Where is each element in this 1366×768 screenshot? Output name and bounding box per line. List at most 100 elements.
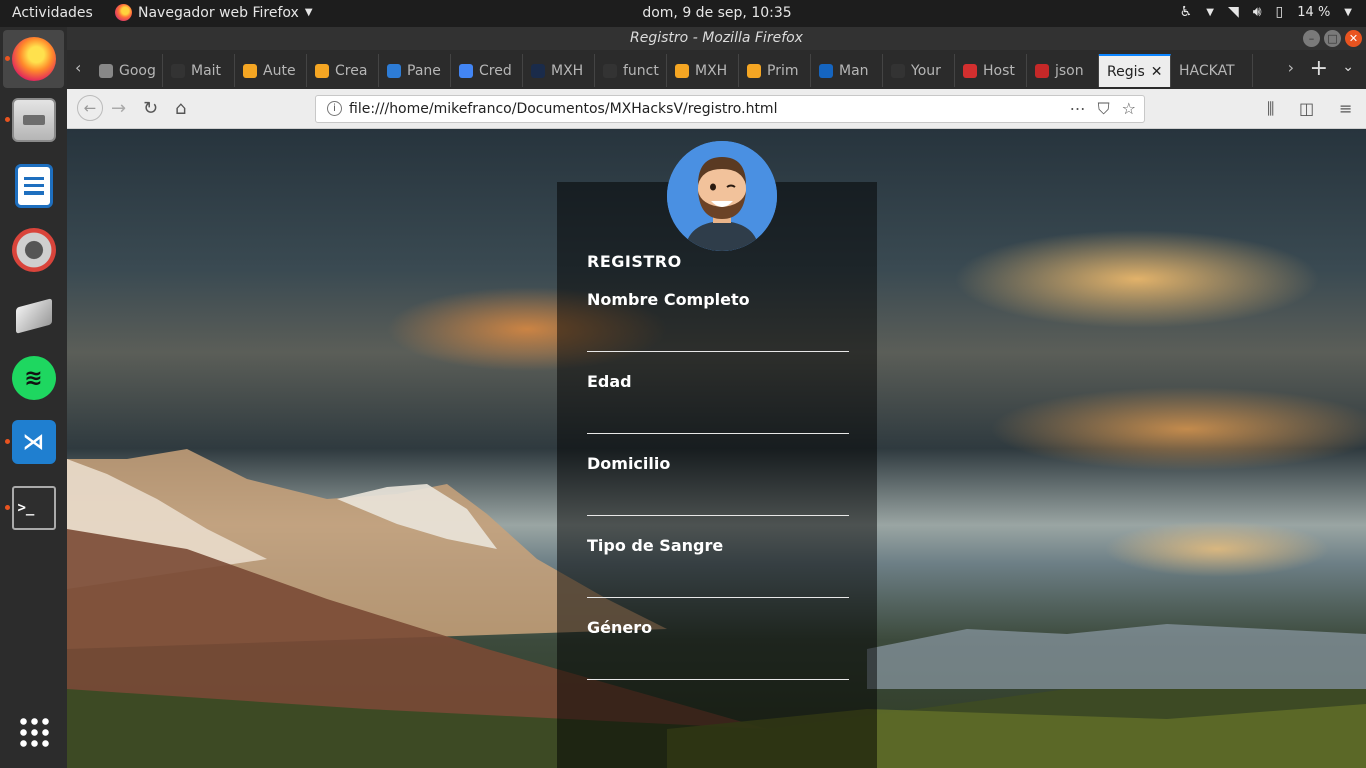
dock-firefox[interactable] bbox=[3, 30, 64, 88]
favicon-icon bbox=[243, 63, 257, 78]
dock-terminal[interactable]: >_ bbox=[3, 479, 64, 537]
accessibility-icon[interactable]: ♿ bbox=[1180, 4, 1193, 20]
hamburger-menu-icon[interactable]: ≡ bbox=[1339, 99, 1352, 118]
app-menu[interactable]: Navegador web Firefox ▼ bbox=[115, 4, 313, 21]
close-window-button[interactable]: ✕ bbox=[1345, 30, 1362, 47]
tab-14[interactable]: Regis ✕ bbox=[1099, 54, 1171, 87]
close-tab-icon[interactable]: ✕ bbox=[1151, 64, 1163, 80]
list-all-tabs-button[interactable]: ⌄ bbox=[1342, 59, 1354, 75]
tab-4[interactable]: Pane bbox=[379, 54, 451, 87]
tab-5[interactable]: Cred bbox=[451, 54, 523, 87]
favicon-icon bbox=[99, 63, 113, 78]
running-indicator bbox=[5, 117, 10, 122]
tab-3[interactable]: Crea bbox=[307, 54, 379, 87]
dock-vscode[interactable]: ⋊ bbox=[3, 413, 64, 471]
battery-icon[interactable]: ▯ bbox=[1276, 4, 1284, 20]
tab-6[interactable]: MXH bbox=[523, 54, 595, 87]
tab-bar: ‹ Goog Mait Aute Crea Pane Cred MXH funct MXH Pri… bbox=[67, 50, 1366, 89]
files-icon bbox=[11, 98, 56, 142]
tab-2[interactable]: Aute bbox=[235, 54, 307, 87]
battery-percent: 14 % bbox=[1297, 4, 1331, 20]
minimize-button[interactable]: – bbox=[1303, 30, 1320, 47]
window-titlebar[interactable]: Registro - Mozilla Firefox – □ ✕ bbox=[67, 27, 1366, 50]
volume-icon[interactable]: 🔊︎ bbox=[1253, 4, 1262, 20]
site-info-icon[interactable]: i bbox=[327, 101, 342, 116]
favicon-icon bbox=[603, 63, 617, 78]
favicon-icon bbox=[891, 63, 905, 78]
scroll-tabs-left-icon[interactable]: ‹ bbox=[75, 58, 81, 77]
show-applications-button[interactable] bbox=[3, 703, 64, 761]
tab-7[interactable]: funct bbox=[595, 54, 667, 87]
registration-form: REGISTRO Nombre Completo Edad Domicilio … bbox=[557, 182, 877, 768]
system-tray[interactable]: ♿ ▼ ◥ 🔊︎ ▯ 14 % ▼ bbox=[1180, 4, 1352, 20]
avatar-illustration bbox=[667, 141, 777, 251]
dock-spotify[interactable]: ≋ bbox=[3, 349, 64, 407]
activities-button[interactable]: Actividades bbox=[12, 5, 93, 21]
spotify-icon: ≋ bbox=[11, 356, 56, 400]
favicon-icon bbox=[459, 63, 473, 78]
tab-strip: Goog Mait Aute Crea Pane Cred MXH funct MXH Prim M… bbox=[91, 54, 1253, 87]
system-top-bar: Actividades Navegador web Firefox ▼ dom,… bbox=[0, 0, 1366, 27]
tab-label: Pane bbox=[407, 62, 441, 79]
maximize-button[interactable]: □ bbox=[1324, 30, 1341, 47]
input-tipo-de-sangre[interactable] bbox=[587, 597, 849, 598]
tab-11[interactable]: Your bbox=[883, 54, 955, 87]
scroll-tabs-right-icon[interactable]: › bbox=[1288, 58, 1294, 77]
back-button[interactable]: ← bbox=[77, 95, 103, 121]
tab-1[interactable]: Mait bbox=[163, 54, 235, 87]
app-menu-label: Navegador web Firefox bbox=[138, 4, 299, 21]
tab-15[interactable]: HACKAT bbox=[1171, 54, 1253, 87]
forward-button[interactable]: → bbox=[111, 98, 126, 119]
avatar bbox=[667, 141, 777, 251]
tab-12[interactable]: Host bbox=[955, 54, 1027, 87]
new-tab-button[interactable]: + bbox=[1310, 56, 1328, 81]
dock-system-settings[interactable] bbox=[3, 221, 64, 279]
tab-label: Host bbox=[983, 62, 1015, 79]
tab-13[interactable]: json bbox=[1027, 54, 1099, 87]
library-icon[interactable]: ⫼ bbox=[1267, 99, 1274, 119]
tab-9[interactable]: Prim bbox=[739, 54, 811, 87]
input-nombre-completo[interactable] bbox=[587, 351, 849, 352]
input-genero[interactable] bbox=[587, 679, 849, 680]
favicon-icon bbox=[747, 63, 761, 78]
tab-label: MXH bbox=[695, 62, 728, 79]
bookmark-star-icon[interactable]: ☆ bbox=[1122, 99, 1136, 119]
sidebar-icon[interactable]: ◫ bbox=[1299, 99, 1314, 118]
vscode-icon: ⋊ bbox=[11, 420, 56, 464]
favicon-icon bbox=[1035, 63, 1049, 78]
home-button[interactable]: ⌂ bbox=[175, 98, 186, 119]
url-bar[interactable]: i file:///home/mikefranco/Documentos/MXH… bbox=[315, 95, 1145, 123]
tab-label: Crea bbox=[335, 62, 368, 79]
form-title: REGISTRO bbox=[587, 252, 682, 271]
favicon-icon bbox=[819, 63, 833, 78]
tab-label: Mait bbox=[191, 62, 222, 79]
url-text[interactable]: file:///home/mikefranco/Documentos/MXHac… bbox=[349, 101, 777, 117]
dock-software-updater[interactable] bbox=[3, 287, 64, 345]
favicon-icon bbox=[531, 63, 545, 78]
pocket-icon[interactable]: ⛉ bbox=[1098, 99, 1110, 119]
page-actions-icon[interactable]: ⋯ bbox=[1070, 99, 1086, 119]
writer-icon bbox=[14, 164, 53, 208]
favicon-icon bbox=[963, 63, 977, 78]
running-indicator bbox=[5, 439, 10, 444]
tab-8[interactable]: MXH bbox=[667, 54, 739, 87]
wifi-icon[interactable]: ◥ bbox=[1228, 4, 1239, 20]
input-edad[interactable] bbox=[587, 433, 849, 434]
tab-label: Your bbox=[911, 62, 941, 79]
reload-button[interactable]: ↻ bbox=[143, 98, 158, 119]
tab-label: funct bbox=[623, 62, 659, 79]
label-genero: Género bbox=[587, 618, 653, 637]
tab-label: Cred bbox=[479, 62, 512, 79]
dock-files[interactable] bbox=[3, 91, 64, 149]
favicon-icon bbox=[675, 63, 689, 78]
favicon-icon bbox=[171, 63, 185, 78]
navigation-toolbar: ← → ↻ ⌂ i file:///home/mikefranco/Docume… bbox=[67, 89, 1366, 129]
tab-label: Prim bbox=[767, 62, 799, 79]
running-indicator bbox=[5, 505, 10, 510]
tab-10[interactable]: Man bbox=[811, 54, 883, 87]
tab-label: Aute bbox=[263, 62, 296, 79]
dock-libreoffice-writer[interactable] bbox=[3, 157, 64, 215]
tab-0[interactable]: Goog bbox=[91, 54, 163, 87]
input-domicilio[interactable] bbox=[587, 515, 849, 516]
label-tipo-de-sangre: Tipo de Sangre bbox=[587, 536, 724, 555]
